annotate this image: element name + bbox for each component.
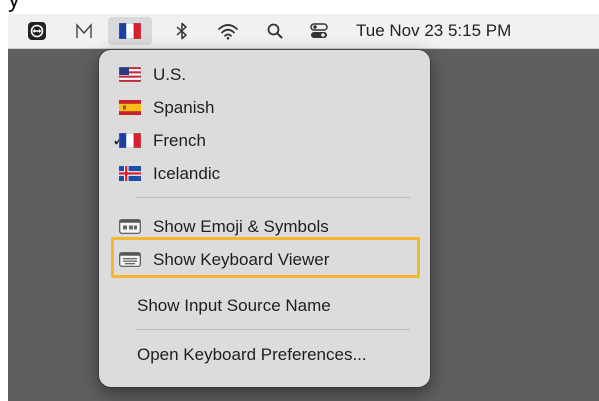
search-icon[interactable] [261, 14, 289, 48]
wifi-icon[interactable] [212, 14, 244, 48]
input-source-dropdown-menu: U.S. Spanish ✓ French [99, 50, 430, 387]
menu-item-us[interactable]: U.S. [99, 58, 430, 91]
emoji-viewer-icon [119, 219, 141, 234]
menu-item-label: Spanish [153, 97, 215, 117]
menu-item-show-input-source-name[interactable]: Show Input Source Name [99, 289, 430, 322]
input-source-menu-button[interactable] [108, 17, 152, 45]
menu-separator [136, 197, 410, 198]
m-app-icon[interactable] [70, 14, 98, 48]
menu-item-french[interactable]: ✓ French [99, 124, 430, 157]
france-flag-icon [119, 133, 141, 148]
menu-item-label: Icelandic [153, 163, 221, 183]
control-center-icon[interactable] [304, 14, 334, 48]
menu-item-label: Show Emoji & Symbols [153, 216, 329, 236]
menu-item-label: U.S. [153, 64, 187, 84]
menu-separator [136, 329, 410, 330]
menubar-clock[interactable]: Tue Nov 23 5:15 PM [356, 14, 511, 48]
cropped-heading-text: y [8, 0, 20, 14]
menu-item-label: Show Input Source Name [137, 295, 331, 315]
teamviewer-icon[interactable] [22, 14, 52, 48]
menu-item-label: French [153, 130, 206, 150]
bluetooth-icon[interactable] [168, 14, 196, 48]
french-flag-icon [119, 23, 141, 39]
menu-bar: Tue Nov 23 5:15 PM [8, 14, 599, 49]
iceland-flag-icon [119, 166, 141, 181]
us-flag-icon [119, 67, 141, 82]
screenshot-frame: y [0, 0, 599, 401]
spain-flag-icon [119, 100, 141, 115]
menu-item-label: Open Keyboard Preferences... [137, 344, 367, 364]
menu-item-icelandic[interactable]: Icelandic [99, 157, 430, 190]
highlight-annotation-box [111, 237, 420, 278]
menu-item-open-keyboard-preferences[interactable]: Open Keyboard Preferences... [99, 338, 430, 371]
menu-item-spanish[interactable]: Spanish [99, 91, 430, 124]
